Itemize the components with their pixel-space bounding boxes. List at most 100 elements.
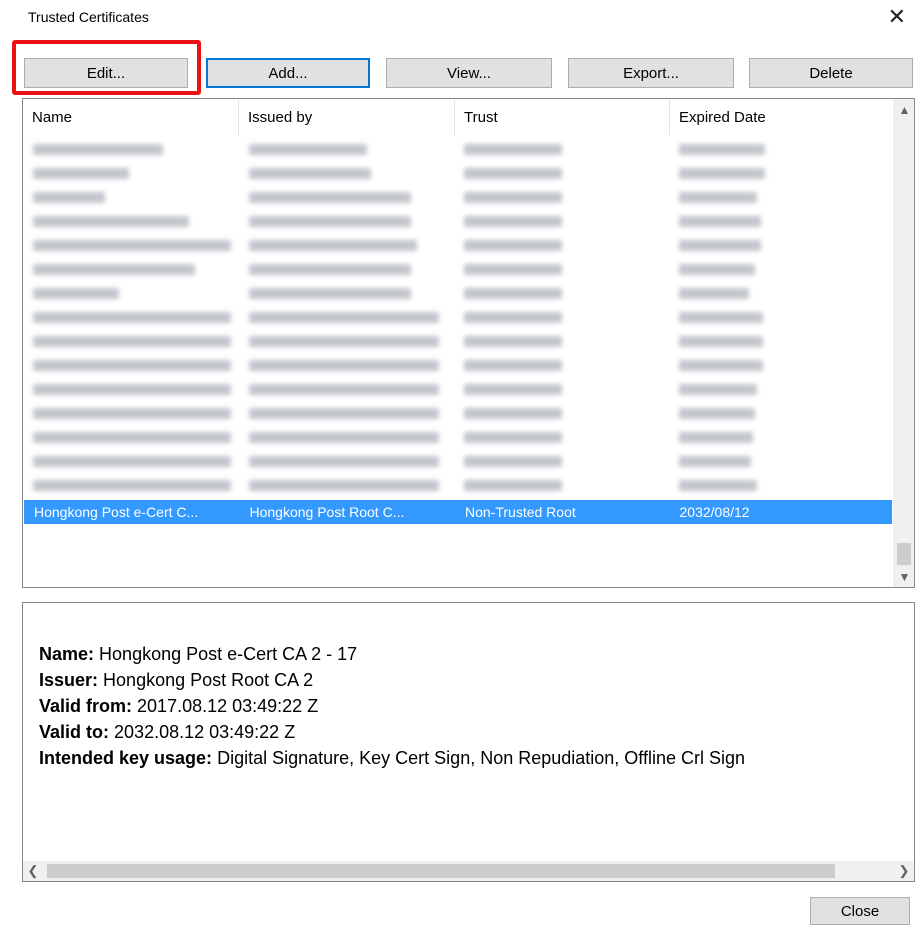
table-row[interactable] [24, 137, 892, 161]
redacted-text [678, 215, 761, 227]
cell-redacted [455, 329, 670, 353]
table-row[interactable] [24, 425, 892, 449]
redacted-text [678, 455, 751, 467]
details-issuer-value: Hongkong Post Root CA 2 [103, 670, 314, 690]
cell-redacted [240, 329, 456, 353]
redacted-text [464, 263, 562, 275]
table-row-selected[interactable]: Hongkong Post e-Cert C... Hongkong Post … [24, 500, 892, 524]
cell-redacted [455, 137, 670, 161]
cell-redacted [670, 401, 892, 425]
edit-button[interactable]: Edit... [24, 58, 188, 88]
cell-redacted [670, 377, 892, 401]
redacted-text [33, 359, 231, 371]
redacted-text [33, 143, 163, 155]
column-header-name[interactable]: Name [23, 99, 239, 135]
redacted-text [464, 335, 562, 347]
table-row[interactable] [24, 353, 892, 377]
export-button-label: Export... [623, 64, 679, 82]
redacted-text [464, 311, 562, 323]
cell-redacted [240, 353, 456, 377]
cell-redacted [24, 305, 240, 329]
add-button-label: Add... [268, 64, 308, 82]
redacted-text [464, 455, 562, 467]
scroll-down-icon[interactable]: ▼ [894, 566, 914, 587]
cell-name: Hongkong Post e-Cert C... [34, 504, 199, 520]
close-icon[interactable]: ✕ [888, 6, 906, 28]
table-row[interactable] [24, 449, 892, 473]
redacted-text [248, 407, 439, 419]
redacted-text [248, 287, 411, 299]
redacted-text [248, 143, 367, 155]
cell-redacted [670, 425, 892, 449]
redacted-text [678, 431, 753, 443]
redacted-text [248, 263, 411, 275]
details-issuer-label: Issuer: [39, 670, 99, 690]
cell-redacted [670, 305, 892, 329]
horizontal-scrollbar[interactable]: ❮ ❯ [23, 861, 914, 881]
table-row[interactable] [24, 305, 892, 329]
cell-redacted [24, 257, 240, 281]
column-header-trust[interactable]: Trust [455, 99, 670, 135]
redacted-text [678, 407, 755, 419]
redacted-text [248, 479, 439, 491]
table-row[interactable] [24, 401, 892, 425]
redacted-text [464, 167, 562, 179]
cell-redacted [24, 209, 240, 233]
view-button[interactable]: View... [386, 58, 552, 88]
cell-redacted [24, 161, 240, 185]
cell-redacted [455, 185, 670, 209]
cell-redacted [670, 161, 892, 185]
cell-redacted [670, 185, 892, 209]
redacted-text [33, 239, 231, 251]
details-valid-from-label: Valid from: [39, 696, 133, 716]
scroll-left-icon[interactable]: ❮ [23, 861, 43, 881]
cell-redacted [24, 281, 240, 305]
table-row[interactable] [24, 161, 892, 185]
list-rows: Hongkong Post e-Cert C... Hongkong Post … [24, 137, 892, 524]
horizontal-scroll-thumb[interactable] [47, 864, 835, 878]
redacted-text [464, 287, 562, 299]
column-header-expired-date[interactable]: Expired Date [670, 99, 893, 135]
details-usage-value: Digital Signature, Key Cert Sign, Non Re… [217, 748, 746, 768]
column-header-issued-by[interactable]: Issued by [239, 99, 455, 135]
table-row[interactable] [24, 329, 892, 353]
close-button[interactable]: Close [810, 897, 910, 925]
redacted-text [464, 479, 562, 491]
export-button[interactable]: Export... [568, 58, 734, 88]
vertical-scroll-thumb[interactable] [897, 543, 911, 565]
redacted-text [33, 263, 195, 275]
cell-redacted [240, 161, 456, 185]
table-row[interactable] [24, 473, 892, 497]
dialog-title: Trusted Certificates [28, 9, 149, 25]
cell-redacted [240, 209, 456, 233]
redacted-text [248, 359, 439, 371]
cell-redacted [240, 281, 456, 305]
table-row[interactable] [24, 185, 892, 209]
redacted-text [248, 191, 411, 203]
redacted-text [248, 383, 439, 395]
delete-button[interactable]: Delete [749, 58, 913, 88]
vertical-scrollbar[interactable]: ▲ ▼ [893, 99, 914, 587]
cell-trust: Non-Trusted Root [465, 504, 576, 520]
redacted-text [464, 407, 562, 419]
certificate-list[interactable]: Name Issued by Trust Expired Date Hongko… [22, 98, 915, 588]
table-row[interactable] [24, 281, 892, 305]
edit-button-label: Edit... [86, 64, 126, 82]
cell-redacted [240, 425, 456, 449]
delete-button-label: Delete [809, 64, 853, 82]
cell-redacted [455, 161, 670, 185]
table-row[interactable] [24, 209, 892, 233]
redacted-text [678, 239, 761, 251]
table-row[interactable] [24, 257, 892, 281]
cell-redacted [670, 473, 892, 497]
details-usage-label: Intended key usage: [39, 748, 213, 768]
scroll-right-icon[interactable]: ❯ [894, 861, 914, 881]
certificate-details-panel: Name: Hongkong Post e-Cert CA 2 - 17 Iss… [22, 602, 915, 882]
table-row[interactable] [24, 377, 892, 401]
redacted-text [248, 239, 417, 251]
cell-redacted [670, 353, 892, 377]
add-button[interactable]: Add... [206, 58, 370, 88]
table-row[interactable] [24, 233, 892, 257]
scroll-up-icon[interactable]: ▲ [894, 99, 914, 120]
details-name-label: Name: [39, 644, 95, 664]
